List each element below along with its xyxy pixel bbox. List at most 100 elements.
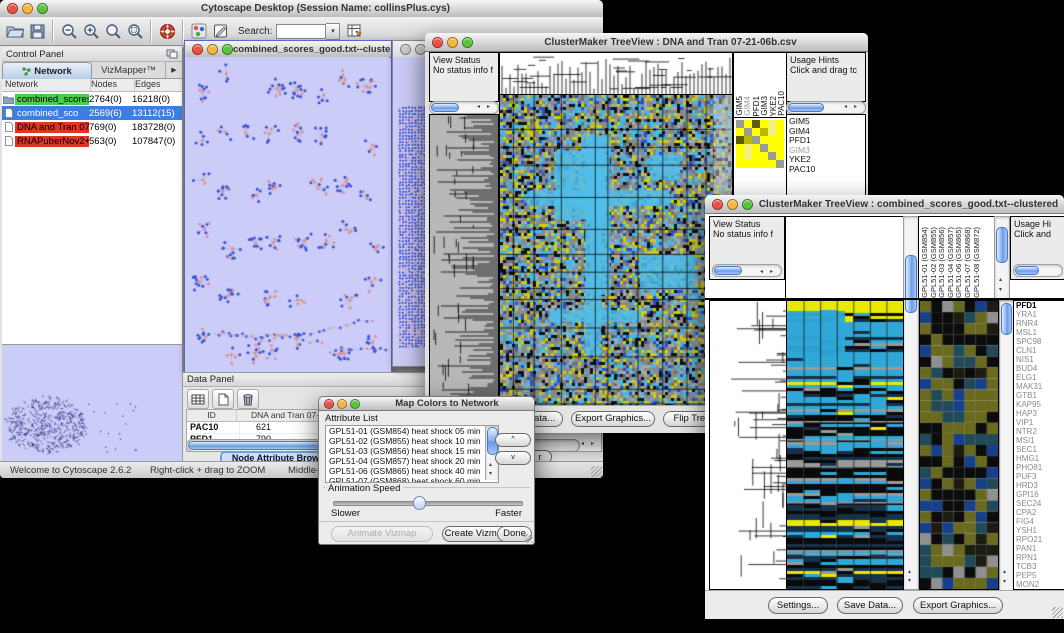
attribute-list-item[interactable]: GPL51-03 (GSM856) heat shock 15 min: [326, 446, 498, 456]
main-titlebar[interactable]: Cytoscape Desktop (Session Name: collins…: [0, 0, 603, 18]
new-attribute-icon[interactable]: [212, 389, 234, 409]
scroll-up-icon[interactable]: ▴: [908, 569, 911, 575]
search-dropdown-arrow[interactable]: ▾: [326, 23, 340, 40]
scroll-left-icon[interactable]: ◂: [477, 104, 480, 110]
float-panel-icon[interactable]: [166, 49, 178, 59]
scroll-right-icon[interactable]: ▸: [591, 441, 594, 447]
zoom-matrix-cell[interactable]: [752, 160, 760, 168]
save-session-button[interactable]: [26, 20, 48, 42]
annotation-icon[interactable]: [210, 20, 232, 42]
gene-label[interactable]: MAK31: [1014, 382, 1064, 391]
array-label[interactable]: GIM3: [761, 96, 768, 116]
move-down-button[interactable]: v: [495, 451, 531, 465]
network-list-row[interactable]: DNA and Tran 07769(0)183728(0): [2, 120, 182, 134]
gene-label[interactable]: FIG4: [1014, 517, 1064, 526]
tv1-global-heatmap[interactable]: [499, 94, 733, 406]
scroll-down-icon[interactable]: ▾: [908, 578, 911, 584]
scroll-right-icon[interactable]: ▸: [487, 104, 490, 110]
zoom-matrix-cell[interactable]: [744, 152, 752, 160]
animation-speed-slider[interactable]: [333, 501, 523, 506]
minimize-button[interactable]: [337, 399, 347, 409]
resize-grip[interactable]: [591, 466, 602, 477]
zoom-button[interactable]: [742, 199, 753, 210]
zoom-matrix-cell[interactable]: [760, 144, 768, 152]
tv1-array-dendrogram[interactable]: [499, 52, 733, 95]
move-up-button[interactable]: ^: [495, 433, 531, 447]
gene-label[interactable]: PUF3: [1014, 472, 1064, 481]
zoom-matrix-cell[interactable]: [760, 136, 768, 144]
tv1-zoom-matrix[interactable]: [736, 120, 784, 168]
zoom-matrix-cell[interactable]: [744, 128, 752, 136]
zoom-matrix-cell[interactable]: [736, 128, 744, 136]
array-label[interactable]: GIM5: [736, 96, 743, 116]
scroll-up-icon[interactable]: ▴: [489, 462, 492, 468]
scroll-left-icon[interactable]: ◂: [760, 269, 763, 275]
gene-label[interactable]: GTB1: [1014, 391, 1064, 400]
zoom-matrix-cell[interactable]: [776, 128, 784, 136]
tab-vizmapper[interactable]: VizMapper™: [92, 62, 165, 79]
zoom-matrix-cell[interactable]: [776, 160, 784, 168]
gene-label[interactable]: KAP95: [1014, 400, 1064, 409]
network-list-row[interactable]: RNAPuberNov2+|563(0)107847(0): [2, 134, 182, 148]
gene-label[interactable]: RPN1: [1014, 553, 1064, 562]
col-header-nodes[interactable]: Nodes: [91, 79, 135, 91]
zoom-matrix-cell[interactable]: [760, 152, 768, 160]
attribute-list-item[interactable]: GPL51-07 (GSM868) heat shock 60 min: [326, 476, 498, 483]
zoom-matrix-cell[interactable]: [752, 128, 760, 136]
attribute-list-item[interactable]: GPL51-01 (GSM854) heat shock 05 min: [326, 426, 498, 436]
gene-label[interactable]: PAN1: [1014, 544, 1064, 553]
tv1-gene-dendrogram[interactable]: [429, 114, 499, 406]
attribute-list-item[interactable]: GPL51-02 (GSM855) heat shock 10 min: [326, 436, 498, 446]
vizmapper-nodes-icon[interactable]: [188, 20, 210, 42]
settings-button[interactable]: Settings...: [768, 597, 828, 614]
close-button[interactable]: [712, 199, 723, 210]
zoom-matrix-cell[interactable]: [736, 152, 744, 160]
gene-label[interactable]: SEC24: [1014, 499, 1064, 508]
close-button[interactable]: [400, 44, 411, 55]
animate-vizmap-button[interactable]: Animate Vizmap: [331, 526, 433, 542]
zoom-matrix-cell[interactable]: [768, 128, 776, 136]
zoom-matrix-cell[interactable]: [744, 136, 752, 144]
zoom-in-icon[interactable]: [80, 20, 102, 42]
gene-label[interactable]: PHO81: [1014, 463, 1064, 472]
attribute-list-item[interactable]: GPL51-04 (GSM857) heat shock 20 min: [326, 456, 498, 466]
scroll-down-icon[interactable]: ▾: [489, 471, 492, 477]
close-button[interactable]: [324, 399, 334, 409]
attribute-browser-icon[interactable]: [344, 20, 366, 42]
resize-grip[interactable]: [524, 534, 533, 543]
scroll-left-icon[interactable]: ◂: [844, 104, 847, 110]
scroll-right-icon[interactable]: ▸: [854, 104, 857, 110]
export-graphics-button[interactable]: Export Graphics...: [913, 597, 1003, 614]
open-session-button[interactable]: [4, 20, 26, 42]
zoom-matrix-cell[interactable]: [736, 120, 744, 128]
minimize-button[interactable]: [22, 3, 33, 14]
scroll-right-icon[interactable]: ▸: [770, 269, 773, 275]
gene-label[interactable]: BUD4: [1014, 364, 1064, 373]
zoom-selected-icon[interactable]: [102, 20, 124, 42]
zoom-matrix-cell[interactable]: [736, 160, 744, 168]
network-list-row[interactable]: combined_sco2569(6)13112(15): [2, 106, 182, 120]
zoom-matrix-cell[interactable]: [752, 144, 760, 152]
select-attributes-icon[interactable]: [187, 389, 209, 409]
gene-label[interactable]: PFD1: [1014, 301, 1064, 310]
gene-label[interactable]: CLN1: [1014, 346, 1064, 355]
close-button[interactable]: [432, 37, 443, 48]
data-col-id[interactable]: ID: [187, 410, 237, 421]
tab-overflow-arrow[interactable]: ▶: [165, 62, 182, 79]
scroll-down-icon[interactable]: ▾: [999, 287, 1002, 293]
gene-label[interactable]: MON2: [1014, 580, 1064, 589]
close-button[interactable]: [7, 3, 18, 14]
zoom-matrix-cell[interactable]: [752, 136, 760, 144]
zoom-button[interactable]: [37, 3, 48, 14]
zoom-matrix-cell[interactable]: [760, 128, 768, 136]
gene-label[interactable]: RPO21: [1014, 535, 1064, 544]
tv2-global-heatmap[interactable]: [786, 300, 904, 590]
zoom-matrix-cell[interactable]: [760, 120, 768, 128]
col-header-edges[interactable]: Edges: [135, 79, 182, 91]
zoom-matrix-cell[interactable]: [768, 152, 776, 160]
gene-label[interactable]: MSL1: [1014, 328, 1064, 337]
gene-label[interactable]: MSI1: [1014, 436, 1064, 445]
gene-label[interactable]: HAP3: [1014, 409, 1064, 418]
tv2-gene-dendrogram[interactable]: [709, 300, 787, 590]
gene-label[interactable]: SPC98: [1014, 337, 1064, 346]
